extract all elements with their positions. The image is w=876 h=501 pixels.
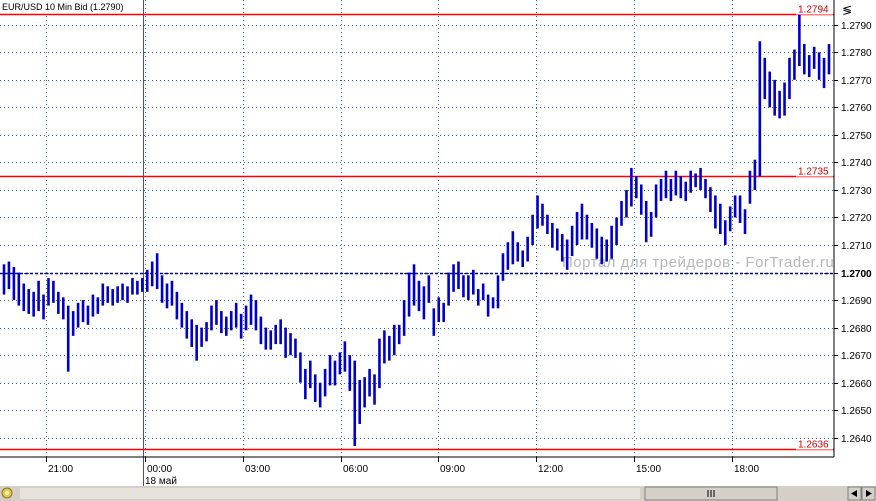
x-tick-label: 12:00	[538, 464, 563, 475]
y-tick-label: 1.2680	[841, 324, 872, 335]
y-tick-label: 1.2720	[841, 213, 872, 224]
x-tick-label: 09:00	[440, 464, 465, 475]
date-label: 18 май	[145, 476, 177, 487]
status-indicator-icon	[1, 487, 13, 499]
x-tick-label: 15:00	[636, 464, 661, 475]
y-tick-label: 1.2710	[841, 241, 872, 252]
y-tick-label: 1.2640	[841, 434, 872, 445]
y-tick-label: 1.2730	[841, 186, 872, 197]
level-label: 1.2700	[841, 269, 872, 280]
y-tick-label: 1.2790	[841, 21, 872, 32]
y-tick-label: 1.2690	[841, 296, 872, 307]
y-tick-label: 1.2770	[841, 76, 872, 87]
x-tick-label: 06:00	[343, 464, 368, 475]
x-tick-label: 18:00	[734, 464, 759, 475]
level-label: 1.2636	[798, 440, 829, 451]
chart-background	[0, 0, 876, 501]
y-tick-label: 1.2660	[841, 379, 872, 390]
x-tick-label: 03:00	[245, 464, 270, 475]
x-tick-label: 00:00	[147, 464, 172, 475]
chart-canvas[interactable]: Портал для трейдеров - ForTrader.ru 1.27…	[0, 0, 876, 501]
y-tick-label: 1.2670	[841, 351, 872, 362]
y-tick-label: 1.2760	[841, 103, 872, 114]
y-tick-label: 1.2740	[841, 158, 872, 169]
scrollbar-track[interactable]	[20, 488, 640, 499]
y-tick-label: 1.2780	[841, 48, 872, 59]
y-tick-label: 1.2650	[841, 406, 872, 417]
scale-toggle-icon[interactable]: ≶	[842, 3, 852, 17]
chart-title: EUR/USD 10 Min Bid (1.2790)	[2, 2, 124, 12]
y-tick-label: 1.2750	[841, 131, 872, 142]
x-tick-label: 21:00	[48, 464, 73, 475]
level-label: 1.2735	[798, 167, 829, 178]
level-label: 1.2794	[798, 5, 829, 16]
